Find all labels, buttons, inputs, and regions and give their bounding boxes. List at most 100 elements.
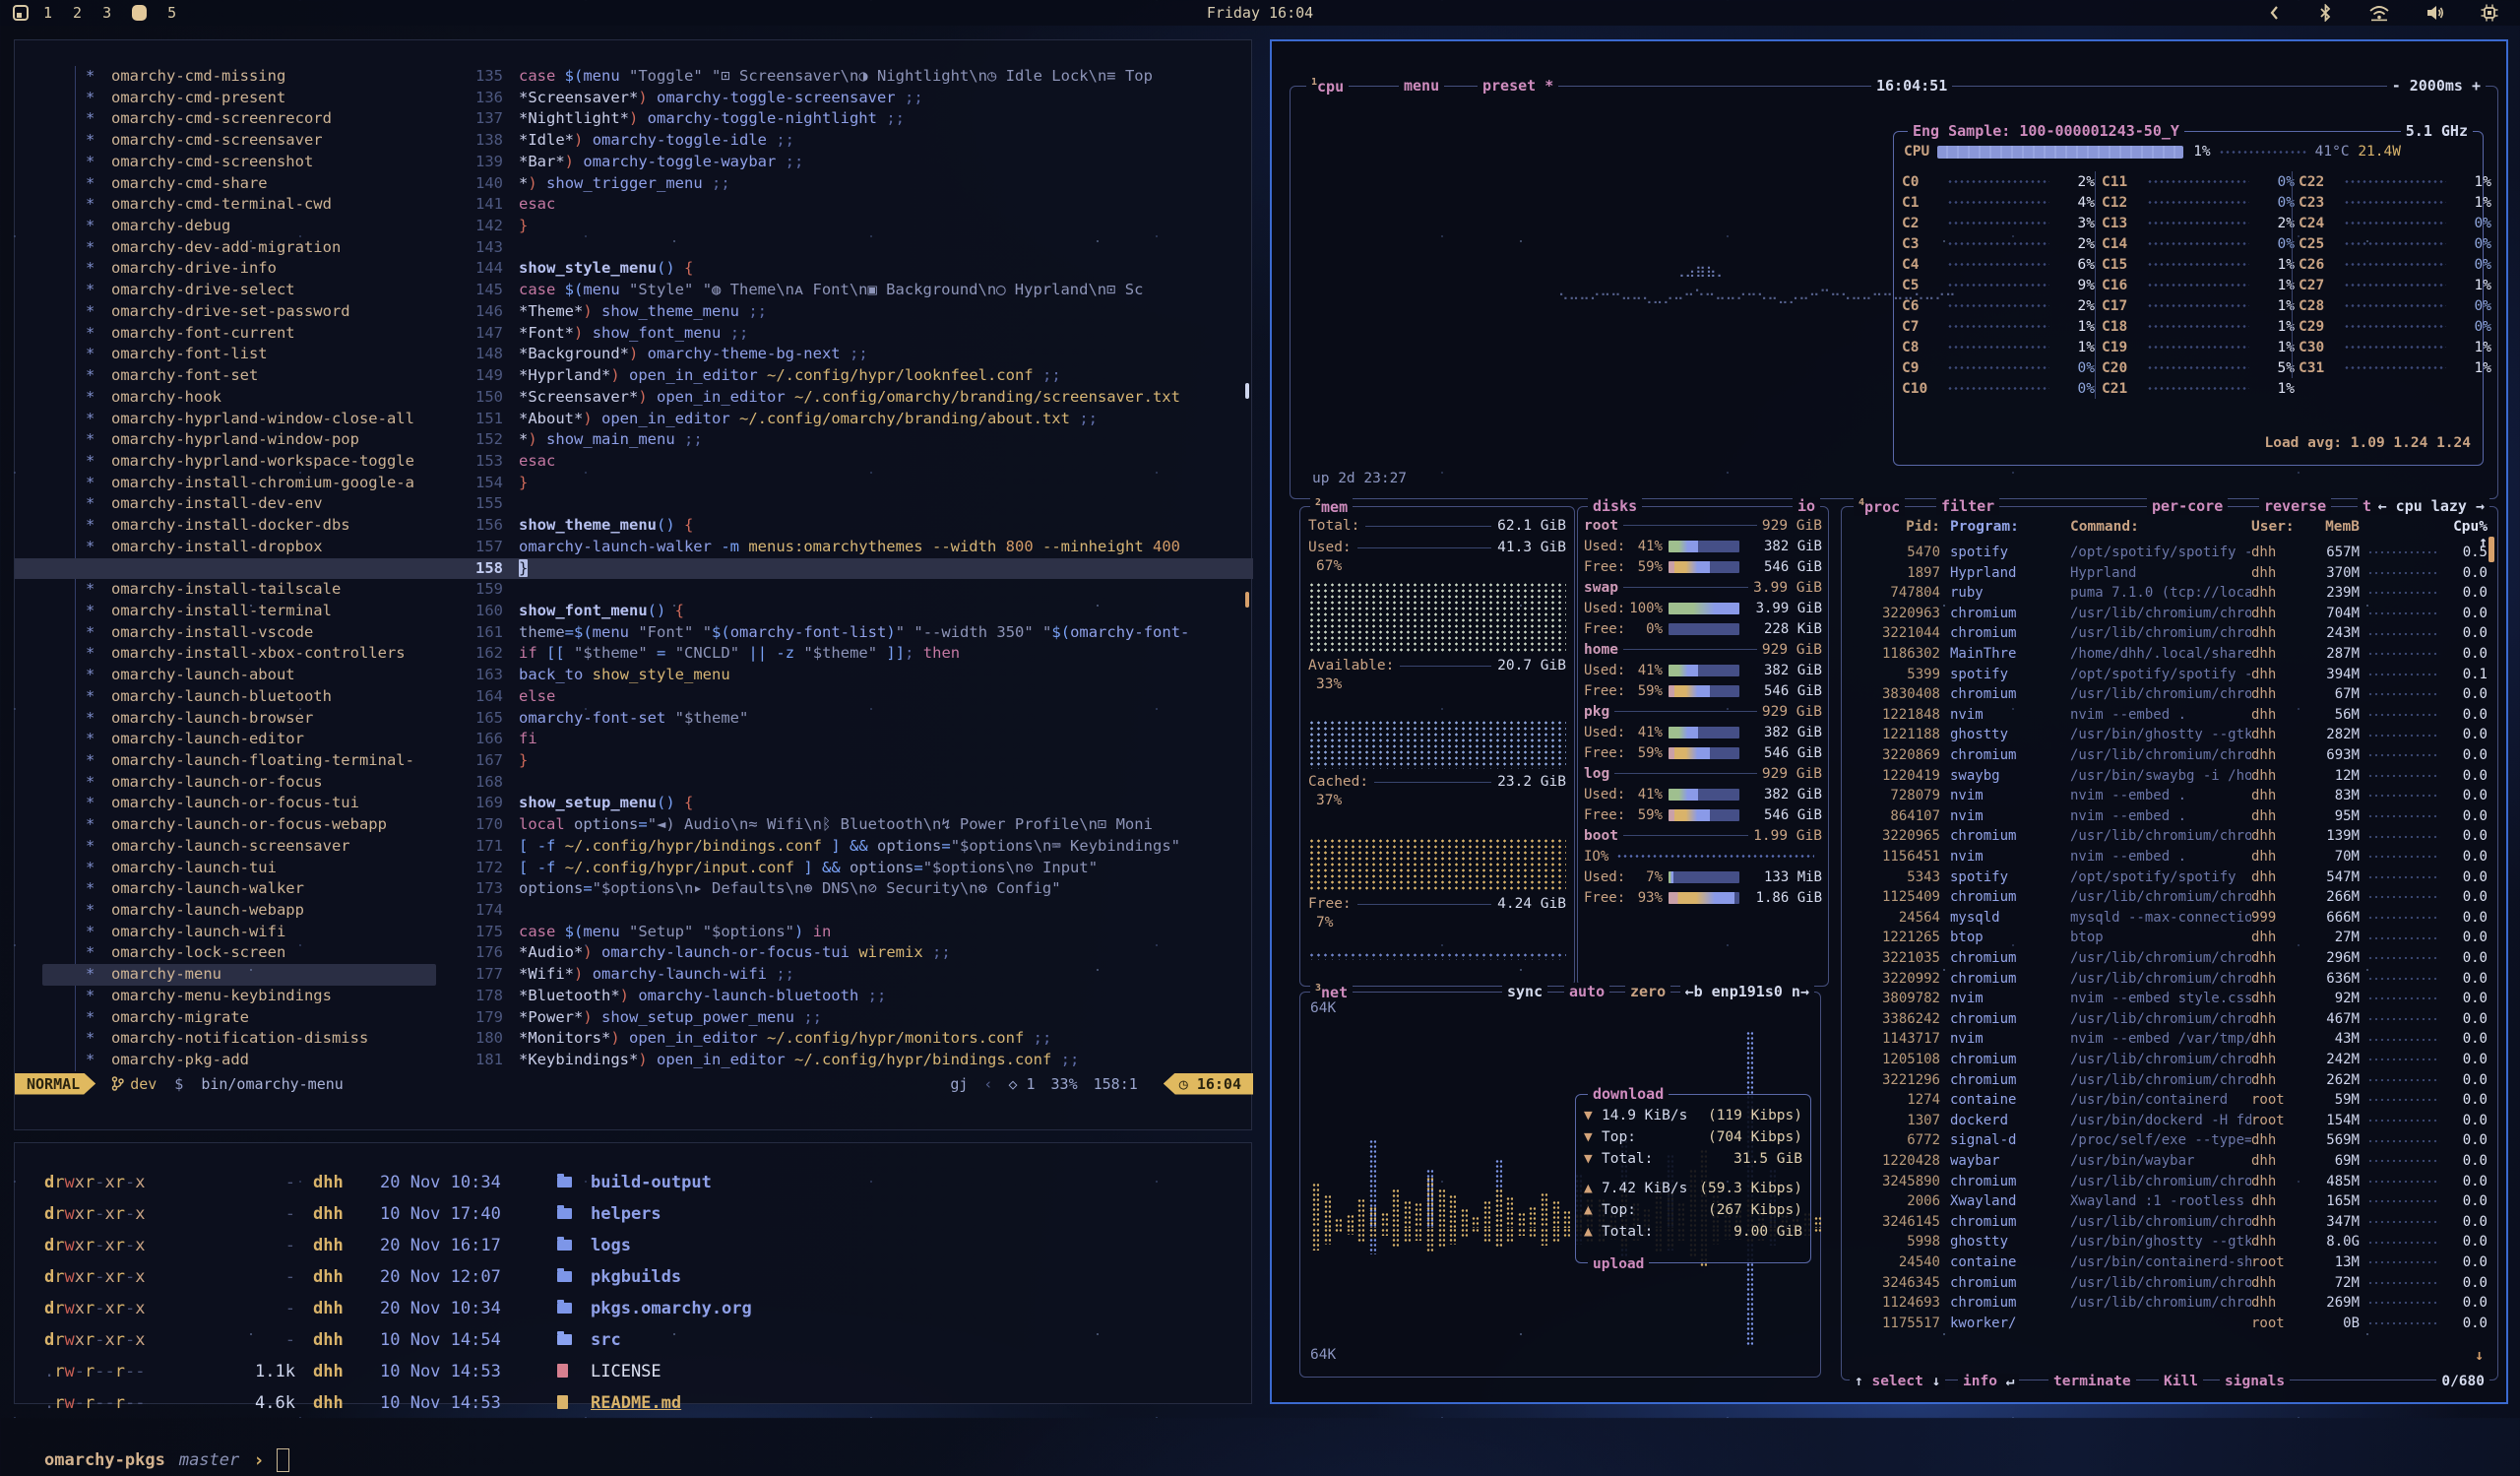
sort-control[interactable]: ← cpu lazy → (2373, 497, 2489, 515)
process-row[interactable]: 5998ghostty/usr/bin/ghostty --gtk-dhh8.0… (1850, 1232, 2488, 1252)
code-line[interactable]: 142} (15, 216, 1253, 237)
process-row[interactable]: 5470spotify/opt/spotify/spotify --dhh657… (1850, 543, 2488, 563)
code-line[interactable]: 143 (15, 237, 1253, 259)
code-line[interactable]: 152 *) show_main_menu ;; (15, 429, 1253, 451)
code-line[interactable]: 153 esac (15, 451, 1253, 473)
zero-button[interactable]: zero (1625, 983, 1670, 1000)
process-row[interactable]: 5343spotify/opt/spotify/spotifydhh547M0.… (1850, 867, 2488, 888)
process-row[interactable]: 1175517kworker/root0B0.0 (1850, 1314, 2488, 1334)
code-line[interactable]: 167} (15, 750, 1253, 772)
code-line[interactable]: 155 (15, 493, 1253, 515)
process-row[interactable]: 1124693chromium/usr/lib/chromium/chromdh… (1850, 1293, 2488, 1314)
shell-prompt[interactable]: omarchy-pkgsmaster› (44, 1444, 1231, 1476)
code-line[interactable]: 140 *) show_trigger_menu ;; (15, 173, 1253, 195)
code-line[interactable]: 166 fi (15, 729, 1253, 750)
process-row[interactable]: 3220963chromium/usr/lib/chromium/chromdh… (1850, 604, 2488, 624)
interval-control[interactable]: - 2000ms + (2387, 77, 2486, 95)
process-row[interactable]: 3246145chromium/usr/lib/chromium/chromdh… (1850, 1212, 2488, 1233)
code-line[interactable]: 165 omarchy-font-set "$theme" (15, 708, 1253, 730)
process-row[interactable]: 24540containe/usr/bin/containerd-shiroot… (1850, 1252, 2488, 1273)
process-row[interactable]: 747804rubypuma 7.1.0 (tcp://localdhh239M… (1850, 583, 2488, 604)
code-line[interactable]: 147 *Font*) show_font_menu ;; (15, 323, 1253, 345)
proc-box-title[interactable]: 4proc (1854, 497, 1905, 516)
cpu-box-title[interactable]: 1cpu (1306, 77, 1349, 96)
proc-footer-select[interactable]: ↑ select ↓ (1850, 1374, 1945, 1389)
process-row[interactable]: 3809782nvimnvim --embed style.cssdhh92M0… (1850, 989, 2488, 1009)
code-line[interactable]: 160show_font_menu() { (15, 601, 1253, 622)
process-row[interactable]: 864107nvimnvim --embed .dhh95M0.0 (1850, 806, 2488, 827)
code-line[interactable]: 146 *Theme*) show_theme_menu ;; (15, 301, 1253, 323)
process-row[interactable]: 1221848nvimnvim --embed .dhh56M0.0 (1850, 705, 2488, 726)
process-row[interactable]: 3220869chromium/usr/lib/chromium/chromdh… (1850, 745, 2488, 766)
process-row[interactable]: 1220428waybar/usr/bin/waybardhh69M0.0 (1850, 1151, 2488, 1172)
code-line[interactable]: 174 (15, 900, 1253, 922)
process-row[interactable]: 1897HyprlandHyprlanddhh370M0.0 (1850, 563, 2488, 584)
preset-button[interactable]: preset * (1478, 77, 1558, 95)
process-row[interactable]: 1205108chromium/usr/lib/chromium/chromdh… (1850, 1050, 2488, 1070)
process-row[interactable]: 24564mysqldmysqld --max-connection999666… (1850, 908, 2488, 929)
code-line[interactable]: 163 back_to show_style_menu (15, 665, 1253, 686)
code-line[interactable]: 150 *Screensaver*) open_in_editor ~/.con… (15, 387, 1253, 409)
io-button[interactable]: io (1793, 497, 1820, 515)
code-line[interactable]: 169show_setup_menu() { (15, 793, 1253, 814)
code-line[interactable]: 161 theme=$(menu "Font" "$(omarchy-font-… (15, 622, 1253, 644)
code-line[interactable]: 175 case $(menu "Setup" "$options") in (15, 922, 1253, 943)
net-interface[interactable]: ←b enp191s0 n→ (1680, 983, 1814, 1000)
file-row[interactable]: drwxr-xr-x-dhh20 Nov 10:34pkgs.omarchy.o… (44, 1293, 1231, 1324)
process-row[interactable]: 5399spotify/opt/spotify/spotify --dhh394… (1850, 665, 2488, 685)
sync-button[interactable]: sync (1502, 983, 1547, 1000)
code-line[interactable]: 180 *Monitors*) open_in_editor ~/.config… (15, 1028, 1253, 1050)
code-line[interactable]: 168 (15, 772, 1253, 794)
process-row[interactable]: 3220992chromium/usr/lib/chromium/chromdh… (1850, 969, 2488, 990)
process-row[interactable]: 6772signal-d/proc/self/exe --type=rdhh56… (1850, 1130, 2488, 1151)
proc-footer-terminate[interactable]: terminate (2048, 1374, 2136, 1389)
process-row[interactable]: 3221296chromium/usr/lib/chromium/chromdh… (1850, 1070, 2488, 1091)
process-row[interactable]: 3221044chromium/usr/lib/chromium/chromdh… (1850, 623, 2488, 644)
process-row[interactable]: 3246345chromium/usr/lib/chromium/chromdh… (1850, 1273, 2488, 1294)
disks-box-title[interactable]: disks (1588, 497, 1642, 515)
process-row[interactable]: 3245890chromium/usr/lib/chromium/chromdh… (1850, 1172, 2488, 1192)
process-row[interactable]: 2006XwaylandXwayland :1 -rootless -dhh16… (1850, 1191, 2488, 1212)
file-row[interactable]: .rw-r--r--4.6kdhh10 Nov 14:53README.md (44, 1387, 1231, 1419)
code-line[interactable]: 144show_style_menu() { (15, 258, 1253, 280)
code-line[interactable]: 149 *Hyprland*) open_in_editor ~/.config… (15, 365, 1253, 387)
code-line[interactable]: 170 local options="◄) Audio\n≈ Wifi\nᛒ B… (15, 814, 1253, 836)
file-row[interactable]: drwxr-xr-x-dhh10 Nov 14:54src (44, 1324, 1231, 1356)
code-line[interactable]: 137 *Nightlight*) omarchy-toggle-nightli… (15, 108, 1253, 130)
code-line[interactable]: 158} (15, 558, 1253, 580)
code-line[interactable]: 157 omarchy-launch-walker -m menus:omarc… (15, 537, 1253, 558)
process-row[interactable]: 1143717nvimnvim --embed /var/tmp/pdhh43M… (1850, 1029, 2488, 1050)
code-line[interactable]: 139 *Bar*) omarchy-toggle-waybar ;; (15, 152, 1253, 173)
process-row[interactable]: 1274containe/usr/bin/containerdroot59M0.… (1850, 1090, 2488, 1111)
process-row[interactable]: 1221265btopbtopdhh27M0.0 (1850, 928, 2488, 948)
process-row[interactable]: 3220965chromium/usr/lib/chromium/chromdh… (1850, 826, 2488, 847)
file-row[interactable]: drwxr-xr-x-dhh20 Nov 16:17logs (44, 1230, 1231, 1261)
process-row[interactable]: 3386242chromium/usr/lib/chromium/chromdh… (1850, 1009, 2488, 1030)
file-row[interactable]: drwxr-xr-x-dhh20 Nov 12:07pkgbuilds (44, 1261, 1231, 1293)
filter-button[interactable]: filter (1936, 497, 1999, 515)
process-row[interactable]: 3830408chromium/usr/lib/chromium/chromdh… (1850, 684, 2488, 705)
code-line[interactable]: 181 *Keybindings*) open_in_editor ~/.con… (15, 1050, 1253, 1071)
per-core-button[interactable]: per-core (2147, 497, 2228, 515)
file-row[interactable]: .rw-r--r--1.1kdhh10 Nov 14:53LICENSE (44, 1356, 1231, 1387)
proc-footer-info[interactable]: info ↵ (1958, 1374, 2019, 1389)
code-line[interactable]: 172 [ -f ~/.config/hypr/input.conf ] && … (15, 858, 1253, 879)
proc-footer-signals[interactable]: signals (2220, 1374, 2290, 1389)
process-row[interactable]: 728079nvimnvim --embed .dhh83M0.0 (1850, 786, 2488, 806)
auto-button[interactable]: auto (1564, 983, 1609, 1000)
code-line[interactable]: 148 *Background*) omarchy-theme-bg-next … (15, 344, 1253, 365)
code-line[interactable]: 135 case $(menu "Toggle" "⊡ Screensaver\… (15, 66, 1253, 88)
reverse-button[interactable]: reverse (2259, 497, 2331, 515)
code-line[interactable]: 151 *About*) open_in_editor ~/.config/om… (15, 409, 1253, 430)
net-box-title[interactable]: 3net (1310, 983, 1353, 1001)
mem-box-title[interactable]: 2mem (1310, 497, 1353, 516)
process-row[interactable]: 1186302MainThre/home/dhh/.local/share/dh… (1850, 644, 2488, 665)
code-line[interactable]: 145 case $(menu "Style" "◍ Theme\nᴀ Font… (15, 280, 1253, 301)
code-line[interactable]: 138 *Idle*) omarchy-toggle-idle ;; (15, 130, 1253, 152)
code-area[interactable]: 135 case $(menu "Toggle" "⊡ Screensaver\… (15, 66, 1253, 1071)
process-row[interactable]: 1125409chromium/usr/lib/chromium/chromdh… (1850, 887, 2488, 908)
code-line[interactable]: 141 esac (15, 194, 1253, 216)
code-line[interactable]: 162 if [[ "$theme" = "CNCLD" || -z "$the… (15, 643, 1253, 665)
process-row[interactable]: 3221035chromium/usr/lib/chromium/chromdh… (1850, 948, 2488, 969)
file-row[interactable]: drwxr-xr-x-dhh10 Nov 17:40helpers (44, 1198, 1231, 1230)
